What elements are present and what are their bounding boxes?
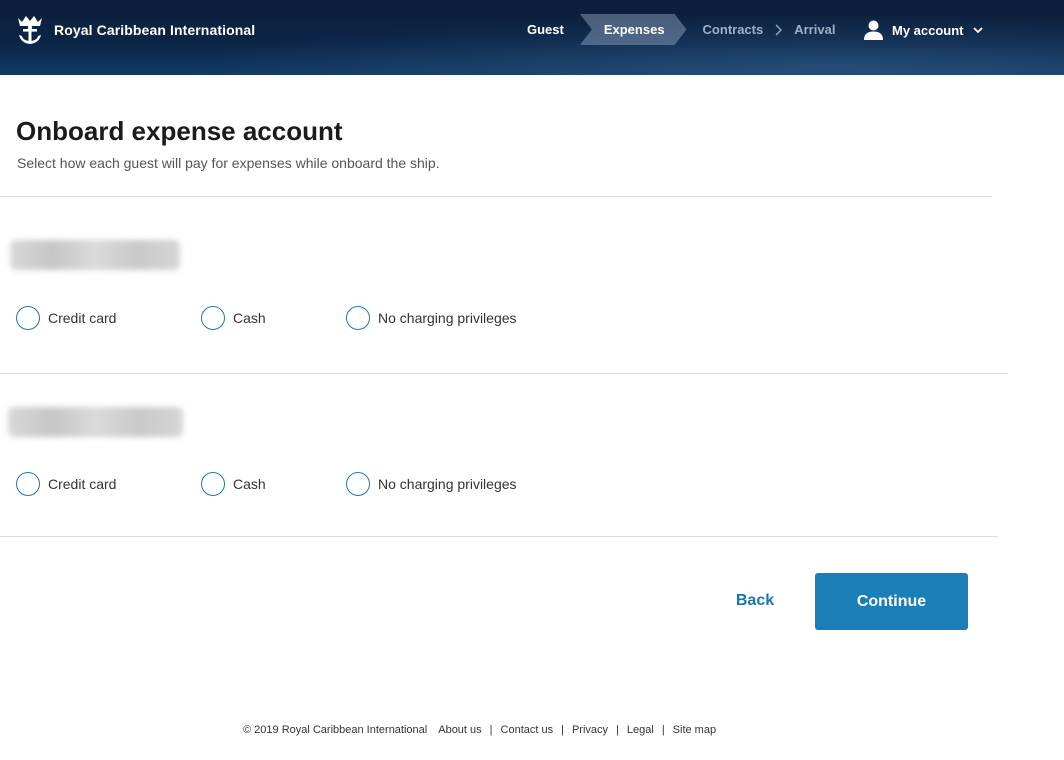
guest-name-redacted [10,240,180,270]
radio-button-icon[interactable] [346,306,370,330]
step-contracts[interactable]: Contracts [687,14,764,45]
guest-1-option-no-charging-privileges[interactable]: No charging privileges [346,306,517,330]
option-label: Cash [233,476,266,492]
section-divider [0,196,992,197]
guest-1-option-credit-card[interactable]: Credit card [16,306,116,330]
footer-separator: | [489,724,493,736]
page-subtitle: Select how each guest will pay for expen… [17,155,440,171]
guest-2-option-credit-card[interactable]: Credit card [16,472,116,496]
chevron-down-icon [972,26,983,33]
footer-separator: | [561,724,564,736]
user-icon [864,20,883,40]
brand-name: Royal Caribbean International [54,22,256,38]
option-label: No charging privileges [378,476,517,492]
radio-button-icon[interactable] [16,306,40,330]
option-label: Cash [233,310,266,326]
footer-link-about-us[interactable]: About us [438,724,481,736]
footer: © 2019 Royal Caribbean International Abo… [243,723,716,737]
page-title: Onboard expense account [16,116,343,146]
guest-name-redacted [8,407,183,437]
radio-button-icon[interactable] [201,472,225,496]
option-label: Credit card [48,476,117,492]
option-label: Credit card [48,310,117,326]
radio-button-icon[interactable] [16,472,40,496]
booking-progress-steps: Guest Expenses Contracts Arrival [511,14,835,45]
guest-divider [0,373,1008,374]
radio-button-icon[interactable] [201,306,225,330]
step-guest[interactable]: Guest [511,14,580,45]
crown-anchor-logo-icon [18,16,42,44]
option-label: No charging privileges [378,310,517,326]
guest-1-option-cash[interactable]: Cash [201,306,266,330]
my-account-label: My account [892,22,964,38]
footer-link-site-map[interactable]: Site map [673,724,716,736]
footer-separator: | [661,724,665,736]
step-expenses[interactable]: Expenses [580,14,687,45]
footer-link-contact-us[interactable]: Contact us [501,724,554,736]
footer-separator: | [616,724,619,736]
site-header: Royal Caribbean International Guest Expe… [0,0,1064,75]
guest-2-option-no-charging-privileges[interactable]: No charging privileges [346,472,517,496]
section-divider [0,536,998,537]
guest-2-option-cash[interactable]: Cash [201,472,266,496]
brand-logo-link[interactable]: Royal Caribbean International [16,14,255,46]
radio-button-icon[interactable] [346,472,370,496]
footer-link-privacy[interactable]: Privacy [572,724,608,736]
my-account-menu[interactable]: My account [864,17,983,43]
copyright-text: © 2019 Royal Caribbean International [243,724,428,736]
back-button[interactable]: Back [716,580,794,622]
continue-button[interactable]: Continue [815,573,968,630]
footer-link-legal[interactable]: Legal [627,724,654,736]
step-arrival[interactable]: Arrival [794,14,835,45]
step-separator-chevron-icon [763,14,794,45]
